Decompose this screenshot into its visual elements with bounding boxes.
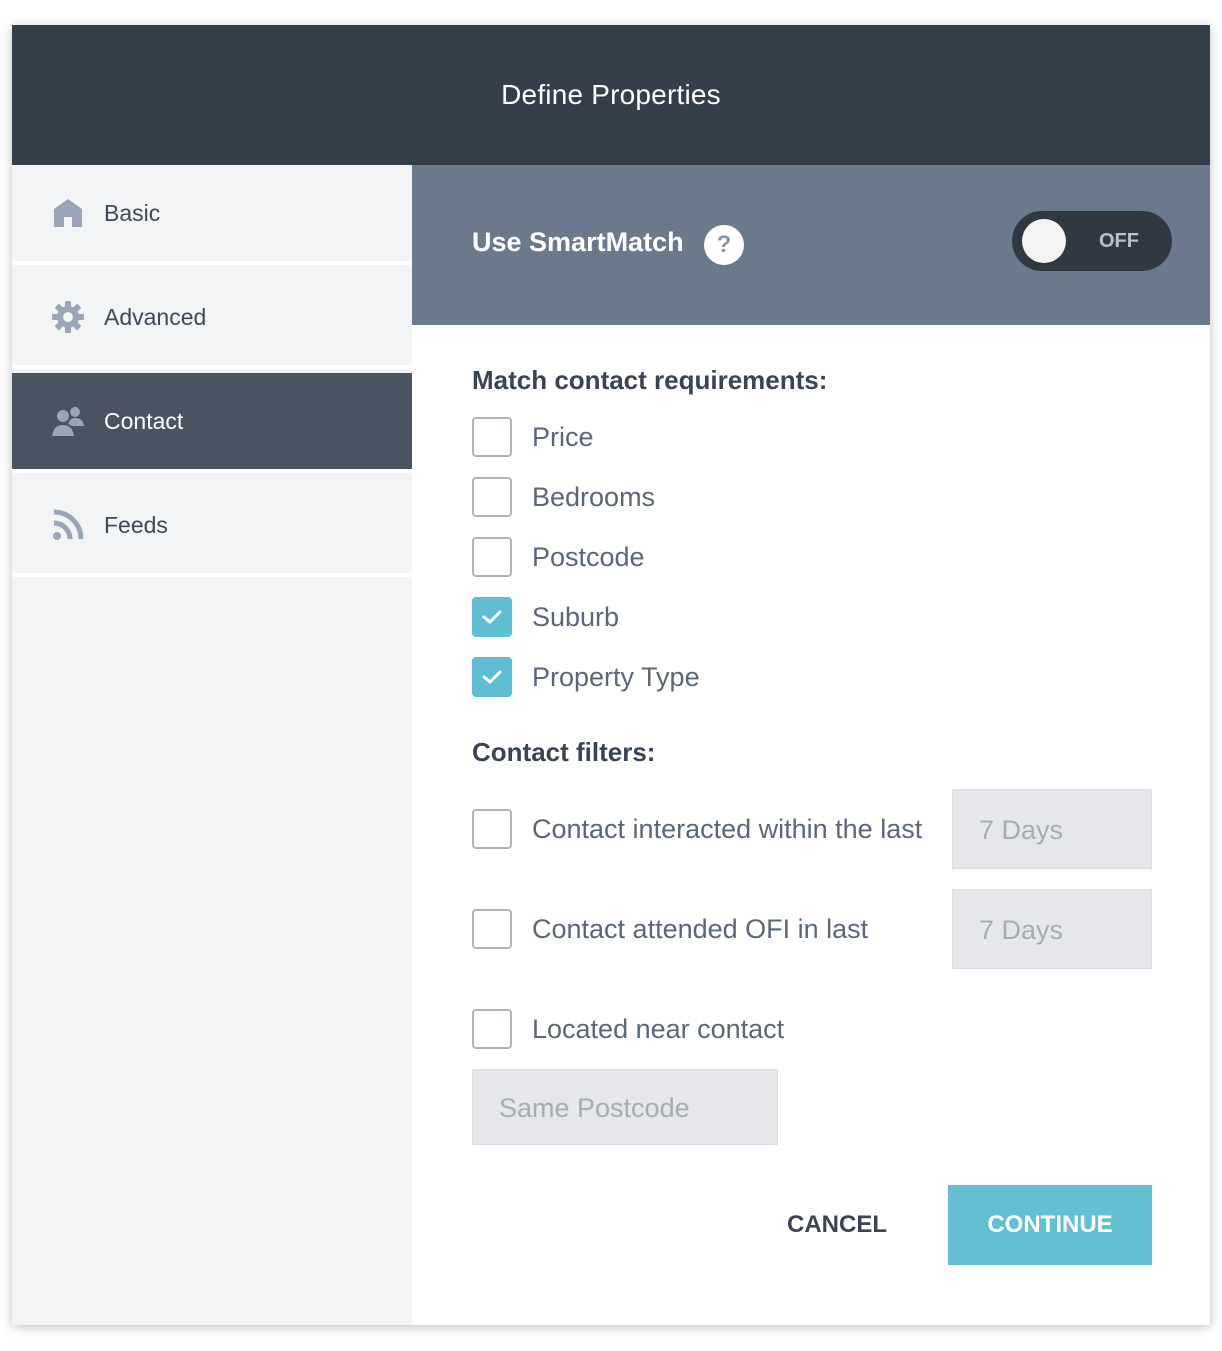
sidebar-item-label: Basic	[104, 199, 161, 226]
smartmatch-label: Use SmartMatch	[472, 227, 684, 257]
filter-ofi[interactable]: Contact attended OFI in last	[472, 909, 868, 949]
interacted-days-select[interactable]: 7 Days	[952, 789, 1152, 869]
checkbox-label: Postcode	[532, 541, 645, 572]
dialog-title: Define Properties	[501, 79, 721, 110]
gear-icon	[50, 299, 86, 335]
cancel-button[interactable]: CANCEL	[752, 1185, 922, 1265]
sidebar-item-basic[interactable]: Basic	[12, 165, 412, 265]
filter-interacted[interactable]: Contact interacted within the last	[472, 809, 922, 849]
rss-icon	[50, 507, 86, 543]
checkmark-icon	[482, 670, 502, 684]
requirement-postcode[interactable]: Postcode	[472, 537, 645, 577]
requirement-bedrooms[interactable]: Bedrooms	[472, 477, 655, 517]
help-icon[interactable]: ?	[704, 225, 744, 265]
home-icon	[50, 195, 86, 231]
checkbox[interactable]	[472, 809, 512, 849]
checkbox-label: Contact attended OFI in last	[532, 913, 869, 944]
sidebar-item-label: Contact	[104, 407, 184, 434]
sidebar-item-feeds[interactable]: Feeds	[12, 477, 412, 577]
sidebar-item-advanced[interactable]: Advanced	[12, 269, 412, 369]
checkbox-label: Located near contact	[532, 1013, 785, 1044]
checkmark-icon	[482, 610, 502, 624]
near-postcode-select[interactable]: Same Postcode	[472, 1069, 778, 1145]
checkbox[interactable]	[472, 537, 512, 577]
filters-title: Contact filters:	[472, 737, 656, 767]
sidebar-item-label: Advanced	[104, 303, 207, 330]
requirement-suburb[interactable]: Suburb	[472, 597, 619, 637]
sidebar: Basic Advanced Contact Feeds	[12, 165, 412, 1325]
define-properties-dialog: Define Properties Basic Advanced Contact…	[12, 25, 1210, 1325]
continue-button[interactable]: CONTINUE	[948, 1185, 1152, 1265]
sidebar-item-label: Feeds	[104, 511, 168, 538]
checkbox[interactable]	[472, 597, 512, 637]
checkbox-label: Bedrooms	[532, 481, 656, 512]
smartmatch-bar: Use SmartMatch ? OFF	[412, 165, 1210, 325]
toggle-state: OFF	[1099, 230, 1139, 252]
requirements-title: Match contact requirements:	[472, 365, 828, 395]
smartmatch-toggle[interactable]: OFF	[1012, 211, 1172, 271]
checkbox-label: Property Type	[532, 661, 700, 692]
checkbox-label: Contact interacted within the last	[532, 813, 923, 844]
sidebar-item-contact[interactable]: Contact	[12, 373, 412, 473]
requirement-property-type[interactable]: Property Type	[472, 657, 700, 697]
checkbox[interactable]	[472, 1009, 512, 1049]
toggle-knob	[1022, 219, 1066, 263]
checkbox[interactable]	[472, 417, 512, 457]
requirement-price[interactable]: Price	[472, 417, 594, 457]
dialog-header: Define Properties	[12, 25, 1210, 165]
ofi-days-select[interactable]: 7 Days	[952, 889, 1152, 969]
checkbox[interactable]	[472, 909, 512, 949]
checkbox[interactable]	[472, 657, 512, 697]
contact-icon	[50, 403, 86, 439]
checkbox-label: Price	[532, 421, 594, 452]
checkbox[interactable]	[472, 477, 512, 517]
checkbox-label: Suburb	[532, 601, 620, 632]
filter-near-contact[interactable]: Located near contact	[472, 1009, 784, 1049]
